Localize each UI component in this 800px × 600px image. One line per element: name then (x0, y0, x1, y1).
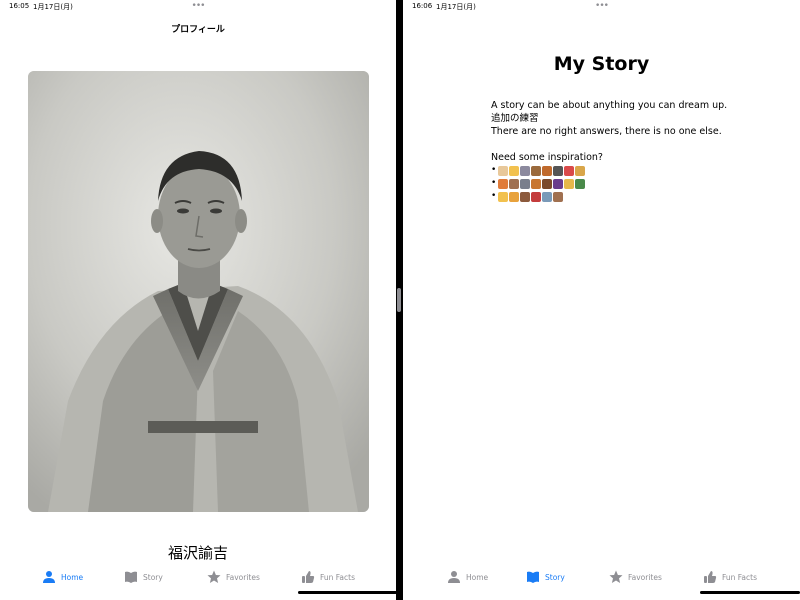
story-line: 追加の練習 (491, 113, 539, 124)
pencil-icon (498, 191, 508, 202)
tab-label: Favorites (226, 572, 260, 582)
star-icon (609, 570, 623, 584)
multitasking-menu-icon[interactable]: ••• (192, 1, 206, 11)
tab-label: Fun Facts (320, 572, 355, 582)
story-pane: 16:06 1月17日(月) ••• My Story A story can … (403, 0, 800, 600)
split-view-handle[interactable] (397, 288, 401, 312)
portrait-photo (28, 71, 369, 512)
guitar-icon (542, 165, 552, 176)
tab-bar: Home Story Favorites Fun Facts (0, 565, 396, 589)
page-title: プロフィール (171, 25, 225, 35)
boot-icon (542, 178, 552, 189)
star-icon (207, 570, 221, 584)
tab-favorites[interactable]: Favorites (207, 565, 260, 589)
skier-icon (498, 178, 508, 189)
tools-icon (553, 191, 563, 202)
tab-bar: Home Story Favorites Fun Facts (403, 565, 800, 589)
tab-label: Favorites (628, 572, 662, 582)
inspiration-heading: Need some inspiration? (491, 152, 603, 163)
status-bar: 16:06 1月17日(月) ••• (403, 0, 800, 14)
person-icon (447, 570, 461, 584)
emoji-row: • (491, 190, 791, 203)
emoji-row: • (491, 164, 791, 177)
spaceship-icon (520, 178, 530, 189)
soccer-icon (531, 191, 541, 202)
person-icon (42, 570, 56, 584)
microphone-icon (553, 165, 563, 176)
cat-icon (509, 165, 519, 176)
home-indicator[interactable] (298, 591, 397, 594)
home-indicator[interactable] (700, 591, 800, 594)
coffee-icon (520, 191, 530, 202)
books-icon (575, 178, 585, 189)
profile-pane: 16:05 1月17日(月) ••• プロフィール 福沢諭吉 Home Stor… (0, 0, 396, 600)
tab-home[interactable]: Home (42, 565, 83, 589)
tab-home[interactable]: Home (447, 565, 488, 589)
story-line: There are no right answers, there is no … (491, 126, 722, 137)
bike-icon (542, 191, 552, 202)
multitasking-menu-icon[interactable]: ••• (595, 1, 609, 11)
volcano-icon (531, 178, 541, 189)
tab-story[interactable]: Story (124, 565, 163, 589)
person-name: 福沢諭吉 (167, 544, 228, 562)
story-title: My Story (553, 53, 650, 75)
status-time: 16:06 (412, 2, 433, 10)
emoji-row: • (491, 177, 791, 190)
status-time: 16:05 (9, 2, 30, 10)
ruler-icon (509, 191, 519, 202)
balloon-icon (564, 165, 574, 176)
dog-icon (498, 165, 508, 176)
hippo-icon (520, 165, 530, 176)
tab-fun-facts[interactable]: Fun Facts (703, 565, 757, 589)
tab-label: Home (466, 572, 489, 582)
status-bar: 16:05 1月17日(月) ••• (0, 0, 396, 14)
tab-favorites[interactable]: Favorites (609, 565, 662, 589)
story-text[interactable]: A story can be about anything you can dr… (491, 99, 791, 203)
thumbs-up-icon (301, 570, 315, 584)
tab-story[interactable]: Story (526, 565, 565, 589)
status-date: 1月17日(月) (436, 3, 476, 11)
pizza-icon (564, 178, 574, 189)
tab-label: Fun Facts (722, 572, 757, 582)
status-date: 1月17日(月) (33, 3, 73, 11)
tab-label: Home (61, 572, 84, 582)
dancer-icon (553, 178, 563, 189)
story-line: A story can be about anything you can dr… (491, 100, 728, 111)
paint-icon (575, 165, 585, 176)
thumbs-up-icon (703, 570, 717, 584)
horse-icon (531, 165, 541, 176)
tab-label: Story (143, 572, 163, 582)
tab-label: Story (545, 572, 565, 582)
mountain-icon (509, 178, 519, 189)
book-icon (124, 570, 138, 584)
tab-fun-facts[interactable]: Fun Facts (301, 565, 355, 589)
book-icon (526, 570, 540, 584)
